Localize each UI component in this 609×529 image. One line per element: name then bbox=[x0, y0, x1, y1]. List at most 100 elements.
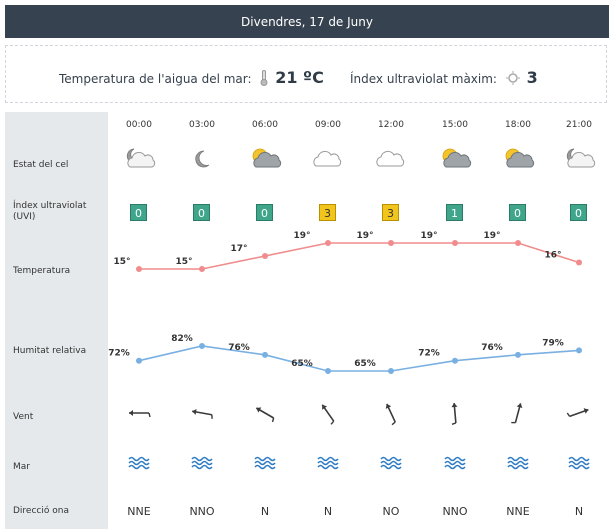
time-label: 12:00 bbox=[378, 120, 404, 130]
label-temperature: Temperatura bbox=[13, 266, 71, 276]
temperature-label: 19° bbox=[293, 231, 310, 241]
cloud-moon-icon bbox=[126, 148, 156, 168]
humidity-point bbox=[452, 357, 458, 364]
time-label: 18:00 bbox=[505, 120, 531, 130]
humidity-label: 82% bbox=[171, 334, 193, 344]
label-sky: Estat del cel bbox=[13, 160, 69, 170]
thermometer-icon bbox=[260, 70, 268, 89]
temperature-point bbox=[452, 240, 458, 246]
wave-direction: NNE bbox=[127, 505, 151, 518]
temperature-point bbox=[199, 266, 205, 272]
uv-max-summary: Índex ultraviolat màxim: 3 bbox=[350, 68, 538, 88]
uvi-badge: 3 bbox=[382, 204, 399, 221]
humidity-point bbox=[136, 357, 142, 364]
arrow-icon bbox=[192, 409, 213, 419]
waves-icon bbox=[191, 456, 213, 470]
label-wind: Vent bbox=[13, 412, 34, 422]
humidity-label: 76% bbox=[228, 343, 250, 353]
temperature-point bbox=[388, 240, 394, 246]
label-uvi: Índex ultraviolat (UVI) bbox=[13, 201, 87, 222]
forecast-chart: 15° 15° 17° 19° 19° 19° 19° 16° 72% 82% 76% 65% 65% 7… bbox=[108, 148, 596, 470]
cloud-moon-icon bbox=[566, 148, 596, 168]
label-humidity: Humitat relativa bbox=[13, 346, 87, 356]
uvi-badge: 0 bbox=[130, 204, 147, 221]
uvi-badge: 3 bbox=[319, 204, 336, 221]
temperature-label: 19° bbox=[483, 231, 500, 241]
arrow-icon bbox=[566, 408, 589, 418]
arrow-icon bbox=[321, 404, 335, 425]
label-wave-direction: Direcció ona bbox=[13, 506, 69, 516]
humidity-point bbox=[388, 368, 394, 374]
humidity-point bbox=[576, 347, 582, 354]
label-sea: Mar bbox=[13, 462, 30, 472]
uvi-badge: 0 bbox=[256, 204, 273, 221]
humidity-point bbox=[199, 343, 205, 349]
arrow-icon bbox=[255, 407, 275, 423]
waves-icon bbox=[128, 456, 150, 470]
uvi-badge: 0 bbox=[193, 204, 210, 221]
waves-icon bbox=[317, 456, 339, 470]
humidity-point bbox=[262, 351, 268, 358]
temperature-label: 19° bbox=[356, 231, 373, 241]
row-labels: Estat del cel Índex ultraviolat (UVI) Te… bbox=[5, 112, 108, 529]
arrow-icon bbox=[129, 410, 151, 418]
time-label: 15:00 bbox=[442, 120, 468, 130]
moon-icon bbox=[195, 150, 210, 168]
uvi-badge: 0 bbox=[509, 204, 526, 221]
waves-icon bbox=[380, 456, 402, 470]
sun-cloud-icon bbox=[505, 148, 535, 168]
temperature-label: 17° bbox=[230, 244, 247, 254]
water-temp-value: 21 ºC bbox=[275, 68, 324, 87]
humidity-label: 65% bbox=[291, 359, 313, 369]
temperature-label: 15° bbox=[113, 257, 130, 267]
temperature-point bbox=[325, 240, 331, 246]
temperature-point bbox=[576, 259, 582, 266]
cloud-icon bbox=[313, 150, 342, 167]
sun-cloud-icon bbox=[252, 148, 282, 168]
water-temp-summary: Temperatura de l'aigua del mar: 21 ºC bbox=[59, 68, 324, 89]
waves-icon bbox=[444, 456, 466, 470]
humidity-label: 79% bbox=[542, 338, 564, 348]
wave-direction: NNO bbox=[189, 505, 215, 518]
temperature-label: 19° bbox=[420, 231, 437, 241]
sun-outline-icon bbox=[505, 71, 520, 88]
uvi-badge: 0 bbox=[570, 204, 587, 221]
temperature-line bbox=[139, 242, 580, 270]
day-header: Divendres, 17 de Juny bbox=[5, 5, 609, 38]
wave-direction: N bbox=[260, 505, 270, 518]
time-label: 03:00 bbox=[189, 120, 215, 130]
time-label: 21:00 bbox=[566, 120, 592, 130]
temperature-label: 15° bbox=[175, 257, 192, 267]
arrow-icon bbox=[385, 403, 396, 426]
humidity-point bbox=[325, 368, 331, 374]
humidity-label: 65% bbox=[354, 359, 376, 369]
time-label: 00:00 bbox=[126, 120, 152, 130]
wave-direction: N bbox=[574, 505, 584, 518]
temperature-label: 16° bbox=[544, 251, 561, 261]
wave-direction: N bbox=[323, 505, 333, 518]
arrow-icon bbox=[451, 402, 458, 425]
temperature-point bbox=[262, 253, 268, 259]
temperature-point bbox=[515, 240, 521, 246]
waves-icon bbox=[507, 456, 529, 470]
sun-cloud-icon bbox=[442, 148, 472, 168]
cloud-icon bbox=[376, 150, 405, 167]
summary-panel: Temperatura de l'aigua del mar: 21 ºC Ín… bbox=[5, 45, 607, 103]
time-label: 06:00 bbox=[252, 120, 278, 130]
wave-direction: NO bbox=[382, 505, 400, 518]
forecast-grid: 15° 15° 17° 19° 19° 19° 19° 16° 72% 82% 76% 65% 65% 7… bbox=[108, 112, 609, 529]
humidity-point bbox=[515, 351, 521, 358]
humidity-label: 72% bbox=[418, 349, 440, 359]
uvi-badge: 1 bbox=[446, 204, 463, 221]
wave-direction: NNE bbox=[506, 505, 530, 518]
waves-icon bbox=[254, 456, 276, 470]
arrow-icon bbox=[511, 403, 523, 424]
time-label: 09:00 bbox=[315, 120, 341, 130]
water-temp-label: Temperatura de l'aigua del mar: bbox=[59, 72, 252, 86]
uv-max-value: 3 bbox=[526, 68, 538, 87]
humidity-label: 76% bbox=[481, 343, 503, 353]
uv-max-label: Índex ultraviolat màxim: bbox=[350, 72, 497, 86]
wave-direction: NNO bbox=[442, 505, 468, 518]
waves-icon bbox=[568, 456, 590, 470]
day-title: Divendres, 17 de Juny bbox=[241, 14, 373, 29]
